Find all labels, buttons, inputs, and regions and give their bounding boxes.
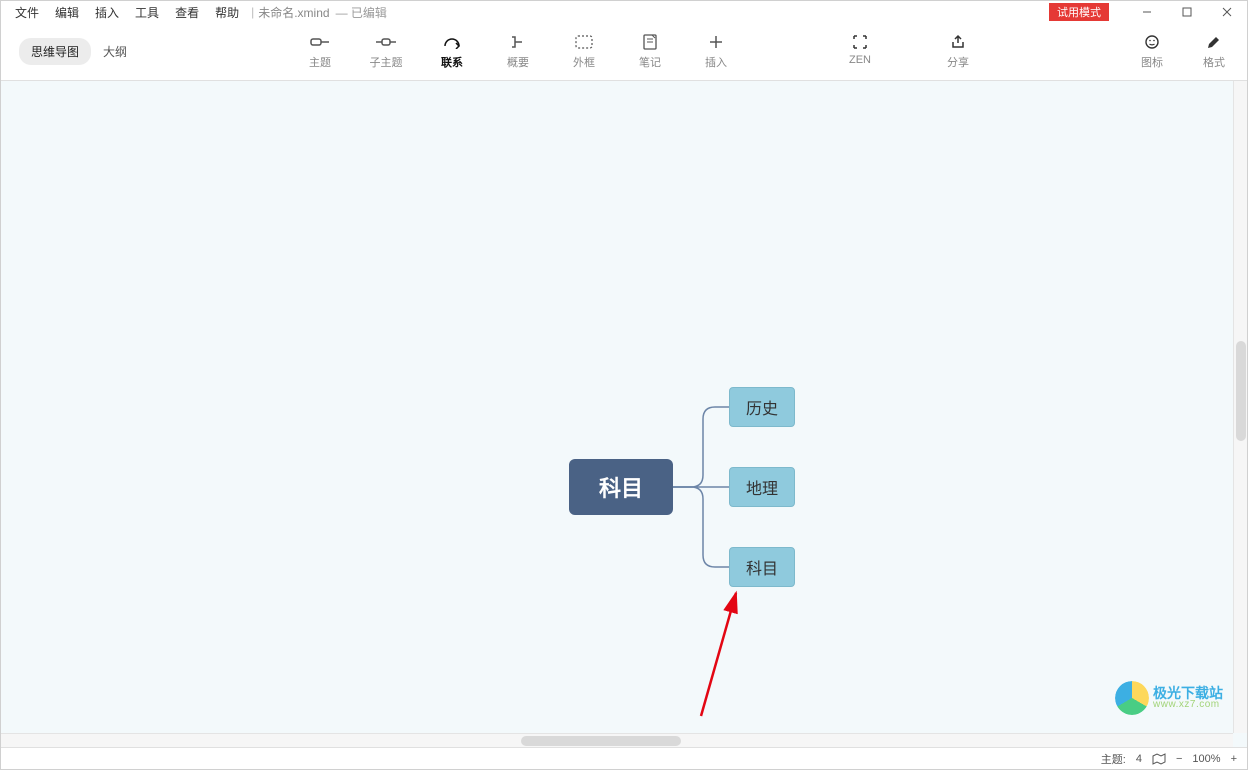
annotation-arrow — [1, 81, 1235, 751]
toolbar-relationship-button[interactable]: 联系 — [433, 34, 471, 70]
window-controls: 试用模式 — [1049, 1, 1247, 23]
window-maximize-button[interactable] — [1167, 1, 1207, 23]
document-state: — 已编辑 — [336, 4, 387, 21]
statusbar: 主题: 4 − 100% + — [1, 747, 1247, 769]
tab-outline[interactable]: 大纲 — [91, 38, 139, 65]
vertical-scrollbar[interactable] — [1233, 81, 1247, 733]
child-topic-1[interactable]: 历史 — [729, 387, 795, 427]
share-label: 分享 — [947, 54, 969, 70]
toolbar-share-button[interactable]: 分享 — [939, 34, 977, 70]
watermark-text-2: www.xz7.com — [1153, 700, 1223, 710]
child-topic-2[interactable]: 地理 — [729, 467, 795, 507]
window-minimize-button[interactable] — [1127, 1, 1167, 23]
window-close-button[interactable] — [1207, 1, 1247, 23]
menu-tools[interactable]: 工具 — [127, 2, 167, 23]
connector-lines — [1, 81, 1235, 751]
relationship-icon — [442, 34, 462, 50]
watermark-logo-icon — [1115, 681, 1149, 715]
subtopic-label: 子主题 — [370, 54, 403, 70]
zen-label: ZEN — [849, 54, 871, 66]
menu-edit[interactable]: 编辑 — [47, 2, 87, 23]
minimap-button[interactable] — [1152, 753, 1166, 765]
central-topic[interactable]: 科目 — [569, 459, 673, 515]
toolbar-boundary-button[interactable]: 外框 — [565, 34, 603, 70]
topic-icon — [310, 34, 330, 50]
topic-count-value: 4 — [1136, 753, 1142, 765]
toolbar-topic-button[interactable]: 主题 — [301, 34, 339, 70]
toolbar-insert-button[interactable]: 插入 — [697, 34, 735, 70]
view-tabs: 思维导图 大纲 — [19, 38, 139, 65]
boundary-label: 外框 — [573, 54, 595, 70]
minimap-icon — [1152, 753, 1166, 765]
toolbar-note-button[interactable]: 笔记 — [631, 34, 669, 70]
zoom-level[interactable]: 100% — [1192, 753, 1220, 765]
menubar: 文件 编辑 插入 工具 查看 帮助 | 未命名.xmind — 已编辑 试用模式 — [1, 1, 1247, 23]
toolbar-subtopic-button[interactable]: 子主题 — [367, 34, 405, 70]
zoom-in-button[interactable]: + — [1231, 753, 1237, 765]
format-icon — [1204, 34, 1224, 50]
share-icon — [948, 34, 968, 50]
child-topic-3[interactable]: 科目 — [729, 547, 795, 587]
toolbar-format-button[interactable]: 格式 — [1195, 34, 1233, 70]
vertical-scrollbar-thumb[interactable] — [1236, 341, 1246, 441]
toolbar-zen-button[interactable]: ZEN — [841, 34, 879, 70]
insert-icon — [706, 34, 726, 50]
menu-help[interactable]: 帮助 — [207, 2, 247, 23]
summary-label: 概要 — [507, 54, 529, 70]
boundary-icon — [574, 34, 594, 50]
document-title: 未命名.xmind — [258, 4, 329, 21]
note-icon — [640, 34, 660, 50]
topic-label: 主题 — [309, 54, 331, 70]
smiley-icon — [1142, 34, 1162, 50]
summary-icon — [508, 34, 528, 50]
zen-icon — [850, 34, 870, 50]
zoom-out-button[interactable]: − — [1176, 753, 1182, 765]
horizontal-scrollbar[interactable] — [1, 733, 1233, 747]
toolbar-summary-button[interactable]: 概要 — [499, 34, 537, 70]
watermark: 极光下载站 www.xz7.com — [1115, 681, 1223, 715]
canvas-area[interactable]: 科目 历史 地理 科目 极光下载站 www.xz7.com — [1, 81, 1247, 747]
subtopic-icon — [376, 34, 396, 50]
tab-mindmap[interactable]: 思维导图 — [19, 38, 91, 65]
toolbar: 思维导图 大纲 主题 子主题 联系 概要 外框 — [1, 23, 1247, 81]
insert-label: 插入 — [705, 54, 727, 70]
trial-badge: 试用模式 — [1049, 3, 1109, 21]
topic-count-label: 主题: — [1101, 751, 1126, 767]
menu-insert[interactable]: 插入 — [87, 2, 127, 23]
horizontal-scrollbar-thumb[interactable] — [521, 736, 681, 746]
toolbar-icons-button[interactable]: 图标 — [1133, 34, 1171, 70]
watermark-text-1: 极光下载站 — [1153, 686, 1223, 700]
icons-label: 图标 — [1141, 54, 1163, 70]
menu-view[interactable]: 查看 — [167, 2, 207, 23]
menu-file[interactable]: 文件 — [7, 2, 47, 23]
separator: | — [251, 5, 254, 19]
relationship-label: 联系 — [441, 54, 463, 70]
format-label: 格式 — [1203, 54, 1225, 70]
note-label: 笔记 — [639, 54, 661, 70]
